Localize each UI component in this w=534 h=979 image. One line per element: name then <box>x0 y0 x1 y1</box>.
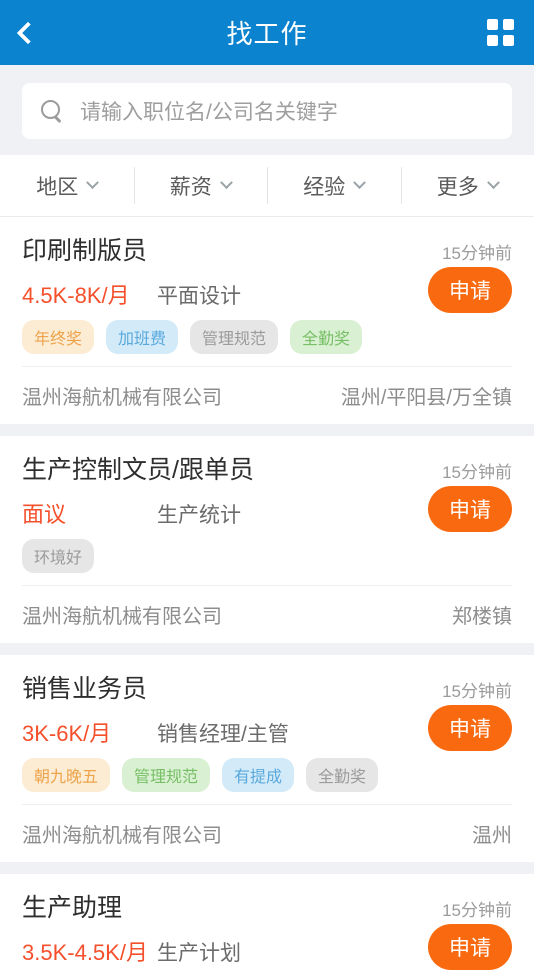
job-title-row: 印刷制版员 15分钟前 <box>22 231 512 267</box>
job-title: 生产助理 <box>22 888 122 924</box>
search-placeholder: 请输入职位名/公司名关键字 <box>80 96 338 126</box>
job-tag: 全勤奖 <box>290 320 362 354</box>
job-tag: 管理规范 <box>122 758 210 792</box>
job-tag: 环境好 <box>22 539 94 573</box>
chevron-down-icon <box>487 176 500 189</box>
apply-button[interactable]: 申请 <box>428 924 512 970</box>
search-icon <box>40 99 64 123</box>
job-footer: 温州海航机械有限公司 温州 <box>22 804 512 862</box>
job-title: 销售业务员 <box>22 669 147 705</box>
filter-label: 更多 <box>437 171 479 201</box>
job-footer: 温州海航机械有限公司 温州/平阳县/万全镇 <box>22 366 512 424</box>
job-location: 温州 <box>472 819 512 848</box>
chevron-down-icon <box>353 176 366 189</box>
job-tag: 全勤奖 <box>306 758 378 792</box>
job-salary: 面议 <box>22 497 157 529</box>
job-footer: 温州海航机械有限公司 郑楼镇 <box>22 585 512 643</box>
job-title-row: 销售业务员 15分钟前 <box>22 669 512 705</box>
job-company: 温州海航机械有限公司 <box>22 819 222 848</box>
job-tag: 有提成 <box>222 758 294 792</box>
filter-bar: 地区 薪资 经验 更多 <box>0 155 534 217</box>
filter-label: 薪资 <box>170 171 212 201</box>
filter-label: 地区 <box>36 171 78 201</box>
job-tag: 管理规范 <box>190 320 278 354</box>
job-category: 平面设计 <box>157 280 241 310</box>
apply-button[interactable]: 申请 <box>428 705 512 751</box>
job-timestamp: 15分钟前 <box>442 896 512 921</box>
filter-item-0[interactable]: 地区 <box>0 155 134 216</box>
job-title-row: 生产助理 15分钟前 <box>22 888 512 924</box>
job-company: 温州海航机械有限公司 <box>22 381 222 410</box>
filter-item-3[interactable]: 更多 <box>401 155 534 216</box>
job-timestamp: 15分钟前 <box>442 239 512 264</box>
filter-item-2[interactable]: 经验 <box>267 155 401 216</box>
job-salary: 4.5K-8K/月 <box>22 278 157 310</box>
chevron-down-icon <box>220 176 233 189</box>
job-main: 生产控制文员/跟单员 15分钟前面议生产统计环境好 申请 <box>22 436 512 585</box>
grid-menu-icon <box>487 19 514 46</box>
job-tag: 加班费 <box>106 320 178 354</box>
chevron-down-icon <box>86 176 99 189</box>
job-main: 生产助理 15分钟前 3.5K-4.5K/月生产计划 申请 <box>22 874 512 979</box>
chevron-left-icon <box>17 21 40 44</box>
job-main: 销售业务员 15分钟前 3K-6K/月销售经理/主管朝九晚五管理规范有提成全勤奖 申请 <box>22 655 512 804</box>
grid-cell <box>487 35 498 46</box>
job-timestamp: 15分钟前 <box>442 677 512 702</box>
job-card[interactable]: 销售业务员 15分钟前 3K-6K/月销售经理/主管朝九晚五管理规范有提成全勤奖 申请… <box>0 655 534 862</box>
job-card[interactable]: 印刷制版员 15分钟前 4.5K-8K/月平面设计年终奖加班费管理规范全勤奖 申请温州… <box>0 217 534 424</box>
job-location: 郑楼镇 <box>452 600 512 629</box>
job-title-row: 生产控制文员/跟单员 15分钟前 <box>22 450 512 486</box>
job-salary: 3.5K-4.5K/月 <box>22 935 157 967</box>
grid-menu-button[interactable] <box>474 13 514 53</box>
job-tag: 朝九晚五 <box>22 758 110 792</box>
job-location: 温州/平阳县/万全镇 <box>341 381 512 410</box>
app-header: 找工作 <box>0 0 534 65</box>
job-title: 生产控制文员/跟单员 <box>22 450 254 486</box>
apply-button[interactable]: 申请 <box>428 486 512 532</box>
apply-button[interactable]: 申请 <box>428 267 512 313</box>
filter-label: 经验 <box>303 171 345 201</box>
job-company: 温州海航机械有限公司 <box>22 600 222 629</box>
job-card[interactable]: 生产控制文员/跟单员 15分钟前面议生产统计环境好 申请温州海航机械有限公司 郑楼镇 <box>0 436 534 643</box>
grid-cell <box>487 19 498 30</box>
search-section: 请输入职位名/公司名关键字 <box>0 65 534 155</box>
job-category: 生产计划 <box>157 937 241 967</box>
job-tag-list: 环境好 <box>22 539 512 573</box>
job-card[interactable]: 生产助理 15分钟前 3.5K-4.5K/月生产计划 申请 <box>0 874 534 979</box>
back-button[interactable] <box>20 13 60 53</box>
job-title: 印刷制版员 <box>22 231 147 267</box>
job-list: 印刷制版员15分钟前4.5K-8K/月平面设计年终奖加班费管理规范全勤奖申请温州… <box>0 217 534 979</box>
job-tag: 年终奖 <box>22 320 94 354</box>
job-tag-list: 年终奖加班费管理规范全勤奖 <box>22 320 512 354</box>
grid-cell <box>503 35 514 46</box>
grid-cell <box>503 19 514 30</box>
job-timestamp: 15分钟前 <box>442 458 512 483</box>
job-salary: 3K-6K/月 <box>22 716 157 748</box>
job-category: 生产统计 <box>157 499 241 529</box>
job-tag-list: 朝九晚五管理规范有提成全勤奖 <box>22 758 512 792</box>
job-main: 印刷制版员 15分钟前 4.5K-8K/月平面设计年终奖加班费管理规范全勤奖 申请 <box>22 217 512 366</box>
search-input[interactable]: 请输入职位名/公司名关键字 <box>22 83 512 139</box>
job-category: 销售经理/主管 <box>157 718 289 748</box>
filter-item-1[interactable]: 薪资 <box>134 155 268 216</box>
page-title: 找工作 <box>0 14 534 51</box>
